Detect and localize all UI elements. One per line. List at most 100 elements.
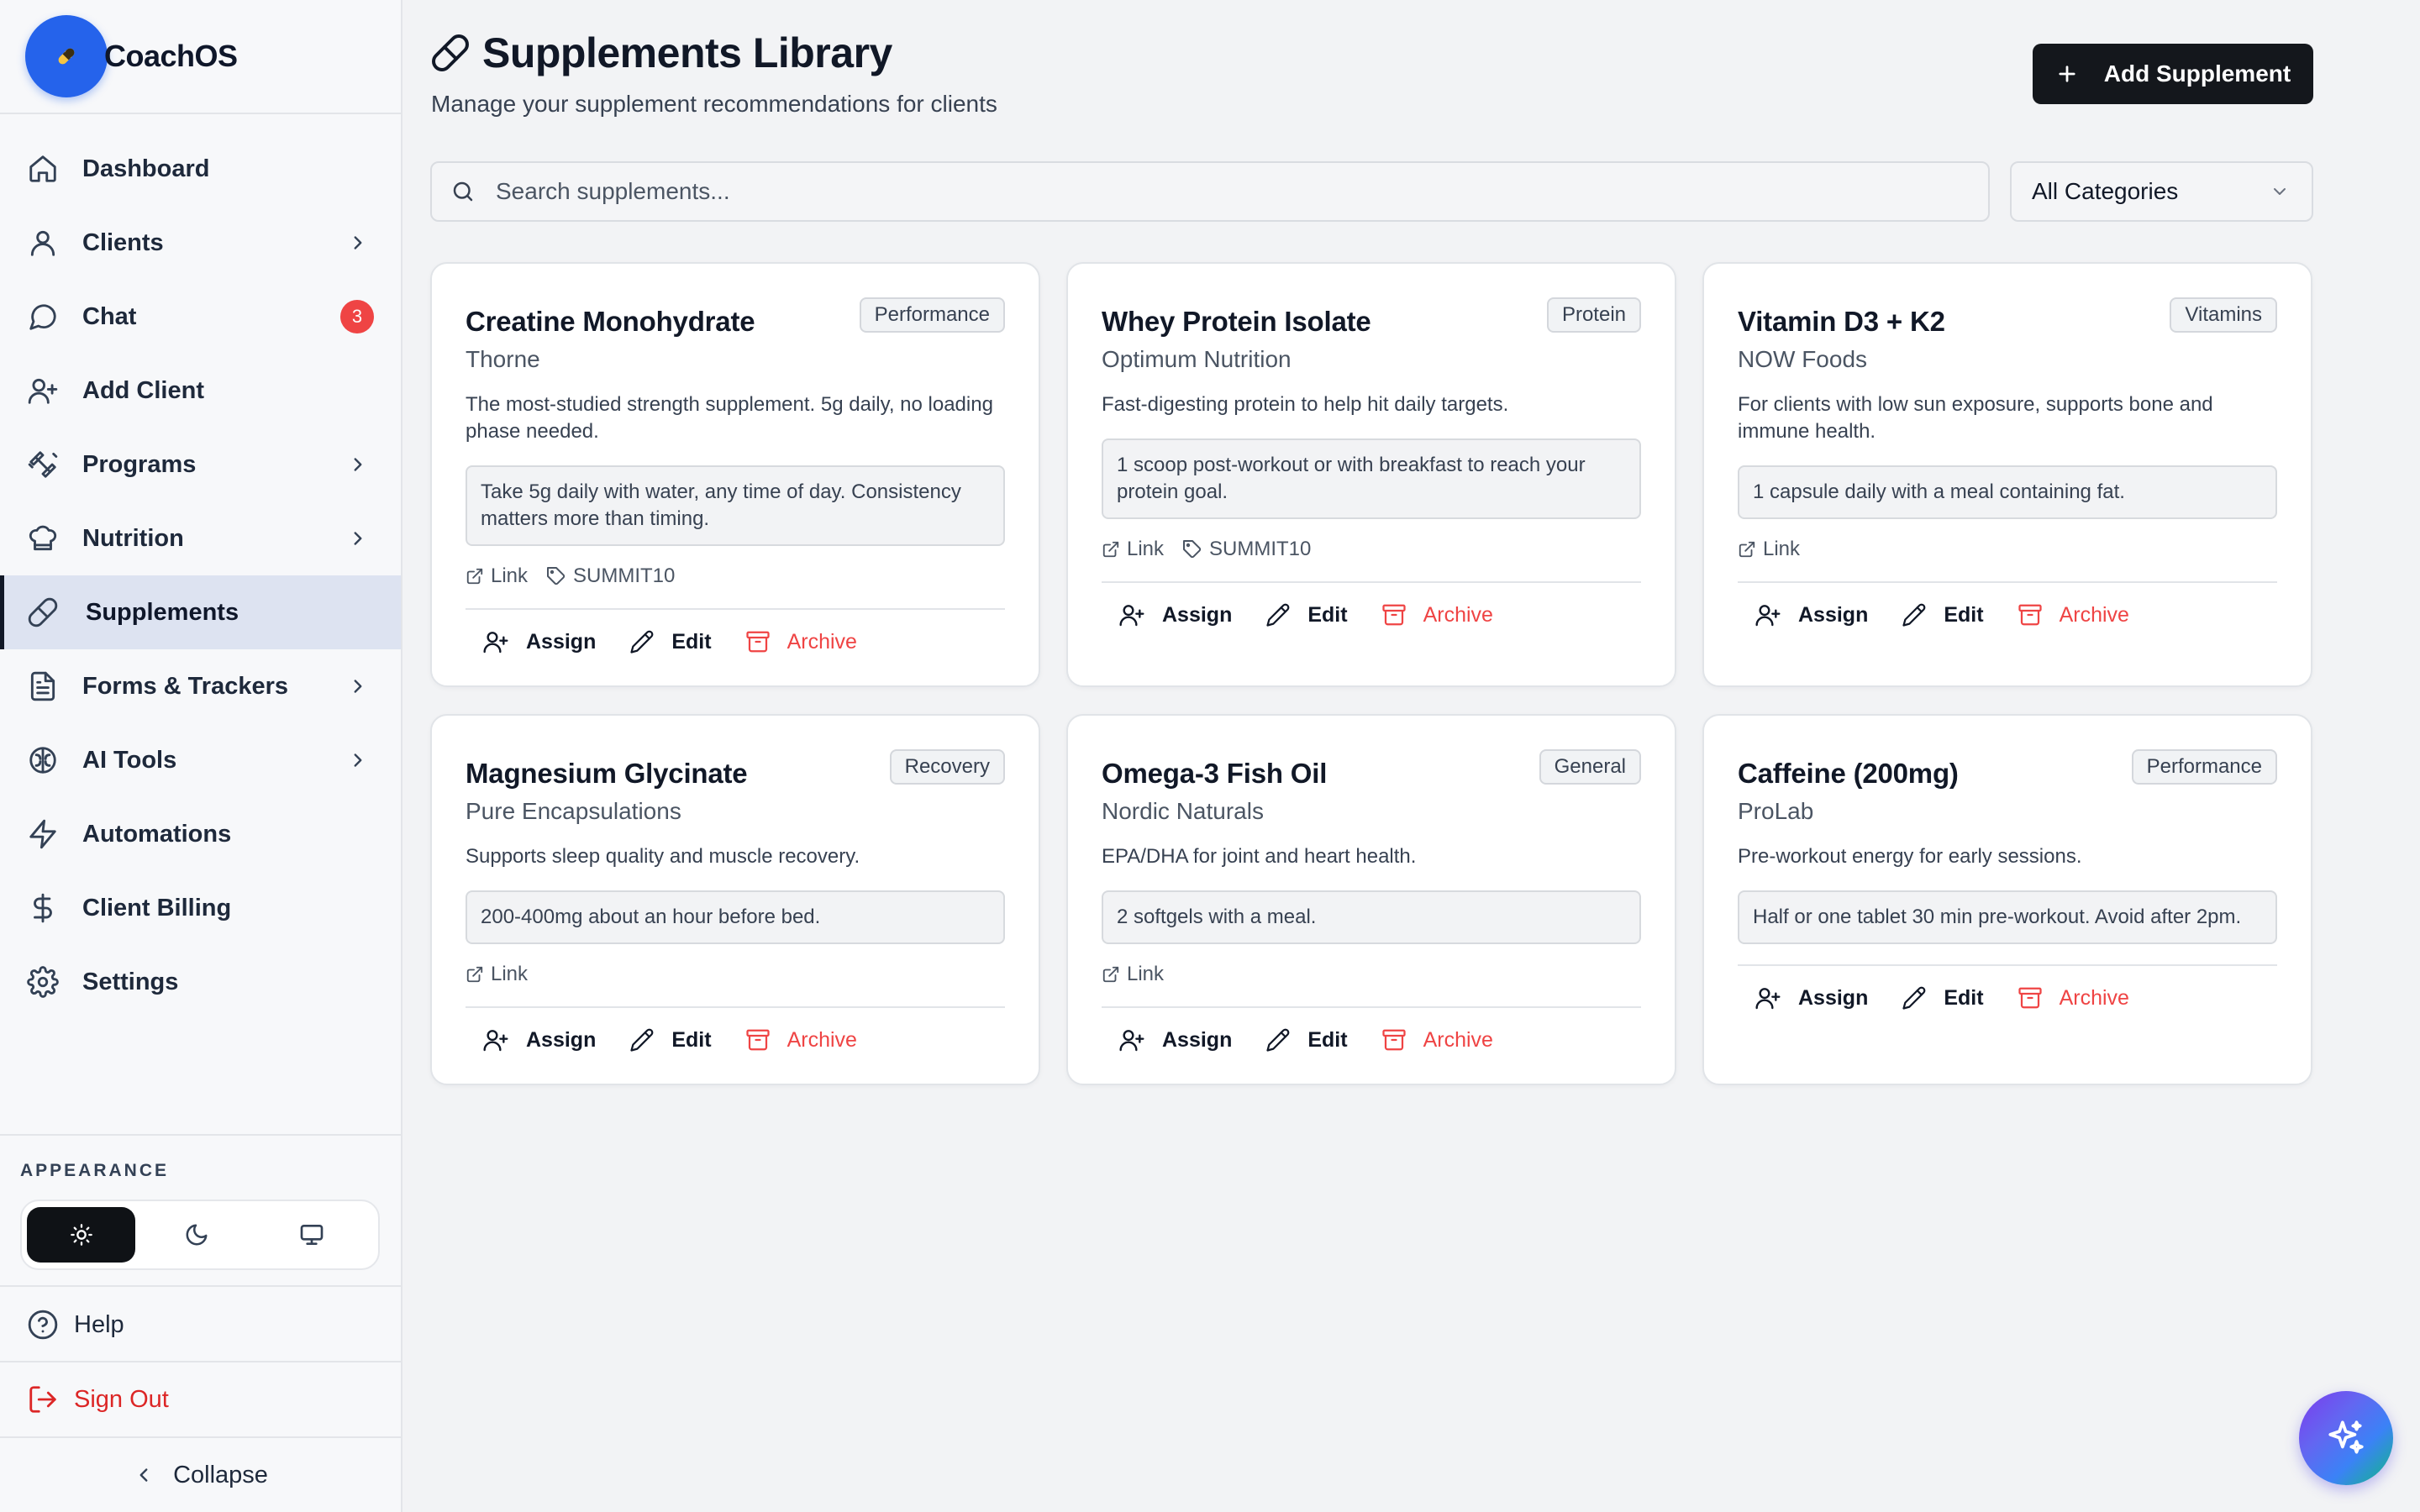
add-supplement-label: Add Supplement	[2103, 60, 2291, 87]
pencil-icon	[1265, 1027, 1307, 1053]
sidebar-item-client-billing[interactable]: Client Billing	[0, 871, 401, 945]
card-links: Link SUMMIT10	[466, 564, 1005, 588]
product-link[interactable]: Link	[1102, 963, 1164, 986]
sidebar-item-programs[interactable]: Programs	[0, 428, 401, 501]
sign-out-button[interactable]: Sign Out	[0, 1361, 401, 1436]
assign-button[interactable]: Assign	[1102, 1016, 1249, 1063]
edit-button[interactable]: Edit	[1885, 591, 2000, 638]
sidebar-item-label: Clients	[82, 228, 164, 256]
supplement-card: Vitamin D3 + K2 Vitamins NOW Foods For clie…	[1702, 262, 2312, 687]
assign-button[interactable]: Assign	[1102, 591, 1249, 638]
assign-label: Assign	[1162, 1027, 1233, 1052]
archive-button[interactable]: Archive	[1365, 591, 1510, 638]
link-label: Link	[491, 963, 529, 985]
archive-icon	[745, 1027, 787, 1053]
sidebar-item-supplements[interactable]: Supplements	[0, 575, 401, 649]
ai-assistant-button[interactable]	[2299, 1391, 2393, 1485]
sidebar-item-nutrition[interactable]: Nutrition	[0, 501, 401, 575]
edit-label: Edit	[1944, 602, 1984, 627]
archive-label: Archive	[2059, 985, 2129, 1010]
theme-light-button[interactable]	[27, 1207, 136, 1263]
edit-button[interactable]: Edit	[1249, 591, 1364, 638]
archive-label: Archive	[2059, 602, 2129, 627]
discount-code-text: SUMMIT10	[1209, 538, 1312, 560]
assign-button[interactable]: Assign	[1738, 591, 1885, 638]
assign-button[interactable]: Assign	[466, 618, 613, 665]
sidebar-item-add-client[interactable]: Add Client	[0, 354, 401, 428]
edit-button[interactable]: Edit	[613, 618, 728, 665]
brand-logo-icon[interactable]	[25, 15, 108, 97]
card-header: Magnesium Glycinate Recovery	[466, 749, 1005, 790]
archive-button[interactable]: Archive	[1365, 1016, 1510, 1063]
sidebar-item-label: Automations	[82, 820, 232, 848]
assign-button[interactable]: Assign	[1738, 974, 1885, 1021]
category-select[interactable]: All Categories	[2010, 161, 2313, 222]
supplement-description: The most-studied strength supplement. 5g…	[466, 393, 993, 443]
theme-toggle	[20, 1200, 380, 1270]
discount-code[interactable]: SUMMIT10	[546, 564, 675, 588]
product-link[interactable]: Link	[466, 963, 528, 986]
sidebar-item-chat[interactable]: Chat 3	[0, 280, 401, 354]
card-actions: Assign Edit Archive	[1102, 581, 1641, 647]
chevron-left-icon	[133, 1464, 155, 1486]
supplement-name: Magnesium Glycinate	[466, 758, 748, 789]
user-icon	[27, 227, 59, 259]
card-links: Link	[466, 963, 1005, 986]
user-plus-icon	[1754, 601, 1798, 628]
category-badge: Performance	[859, 297, 1005, 333]
archive-button[interactable]: Archive	[729, 1016, 874, 1063]
supplement-description: Fast-digesting protein to help hit daily…	[1102, 393, 1509, 416]
appearance-section: APPEARANCE	[0, 1134, 401, 1270]
search-input[interactable]	[496, 178, 1924, 205]
card-links: Link	[1738, 538, 2277, 561]
add-supplement-button[interactable]: Add Supplement	[2033, 44, 2313, 104]
category-select-value: All Categories	[2032, 178, 2179, 204]
theme-dark-button[interactable]	[142, 1207, 250, 1263]
help-link[interactable]: Help	[0, 1285, 401, 1362]
assign-button[interactable]: Assign	[466, 1016, 613, 1063]
user-plus-icon	[1118, 601, 1162, 628]
category-badge: General	[1539, 749, 1641, 785]
theme-system-button[interactable]	[258, 1207, 366, 1263]
sidebar-item-clients[interactable]: Clients	[0, 206, 401, 280]
sidebar-item-label: Programs	[82, 450, 197, 478]
external-link-icon	[1102, 965, 1127, 984]
help-label: Help	[74, 1310, 124, 1338]
product-link[interactable]: Link	[1102, 538, 1164, 561]
home-icon	[27, 153, 59, 185]
sidebar-item-dashboard[interactable]: Dashboard	[0, 132, 401, 206]
edit-button[interactable]: Edit	[1249, 1016, 1364, 1063]
page-subtitle: Manage your supplement recommendations f…	[431, 91, 997, 117]
link-label: Link	[1763, 538, 1801, 560]
supplements-grid: Creatine Monohydrate Performance Thorne The…	[430, 262, 2312, 1085]
discount-code[interactable]: SUMMIT10	[1182, 538, 1311, 561]
sidebar-item-label: Supplements	[86, 598, 239, 626]
discount-code-text: SUMMIT10	[573, 564, 676, 587]
chevron-right-icon	[347, 528, 369, 549]
category-badge: Performance	[2131, 749, 2277, 785]
archive-button[interactable]: Archive	[2001, 591, 2146, 638]
card-links: Link SUMMIT10	[1102, 538, 1641, 561]
sidebar-item-ai-tools[interactable]: AI Tools	[0, 723, 401, 797]
edit-button[interactable]: Edit	[1885, 974, 2000, 1021]
chevron-right-icon	[347, 675, 369, 697]
external-link-icon	[466, 567, 491, 585]
edit-label: Edit	[671, 1027, 712, 1052]
edit-button[interactable]: Edit	[613, 1016, 728, 1063]
product-link[interactable]: Link	[1738, 538, 1800, 561]
archive-button[interactable]: Archive	[2001, 974, 2146, 1021]
card-actions: Assign Edit Archive	[466, 608, 1005, 674]
archive-label: Archive	[786, 1027, 857, 1052]
sidebar-item-forms-trackers[interactable]: Forms & Trackers	[0, 649, 401, 723]
pencil-icon	[1902, 985, 1944, 1011]
collapse-sidebar-button[interactable]: Collapse	[0, 1436, 401, 1512]
brand-header: CoachOS	[0, 0, 401, 114]
product-link[interactable]: Link	[466, 564, 528, 588]
edit-label: Edit	[671, 629, 712, 654]
sidebar-item-automations[interactable]: Automations	[0, 797, 401, 871]
user-plus-icon	[1754, 984, 1798, 1011]
edit-label: Edit	[1307, 1027, 1348, 1052]
supplement-name: Caffeine (200mg)	[1738, 758, 1959, 789]
sidebar-item-settings[interactable]: Settings	[0, 945, 401, 1019]
archive-button[interactable]: Archive	[729, 618, 874, 665]
